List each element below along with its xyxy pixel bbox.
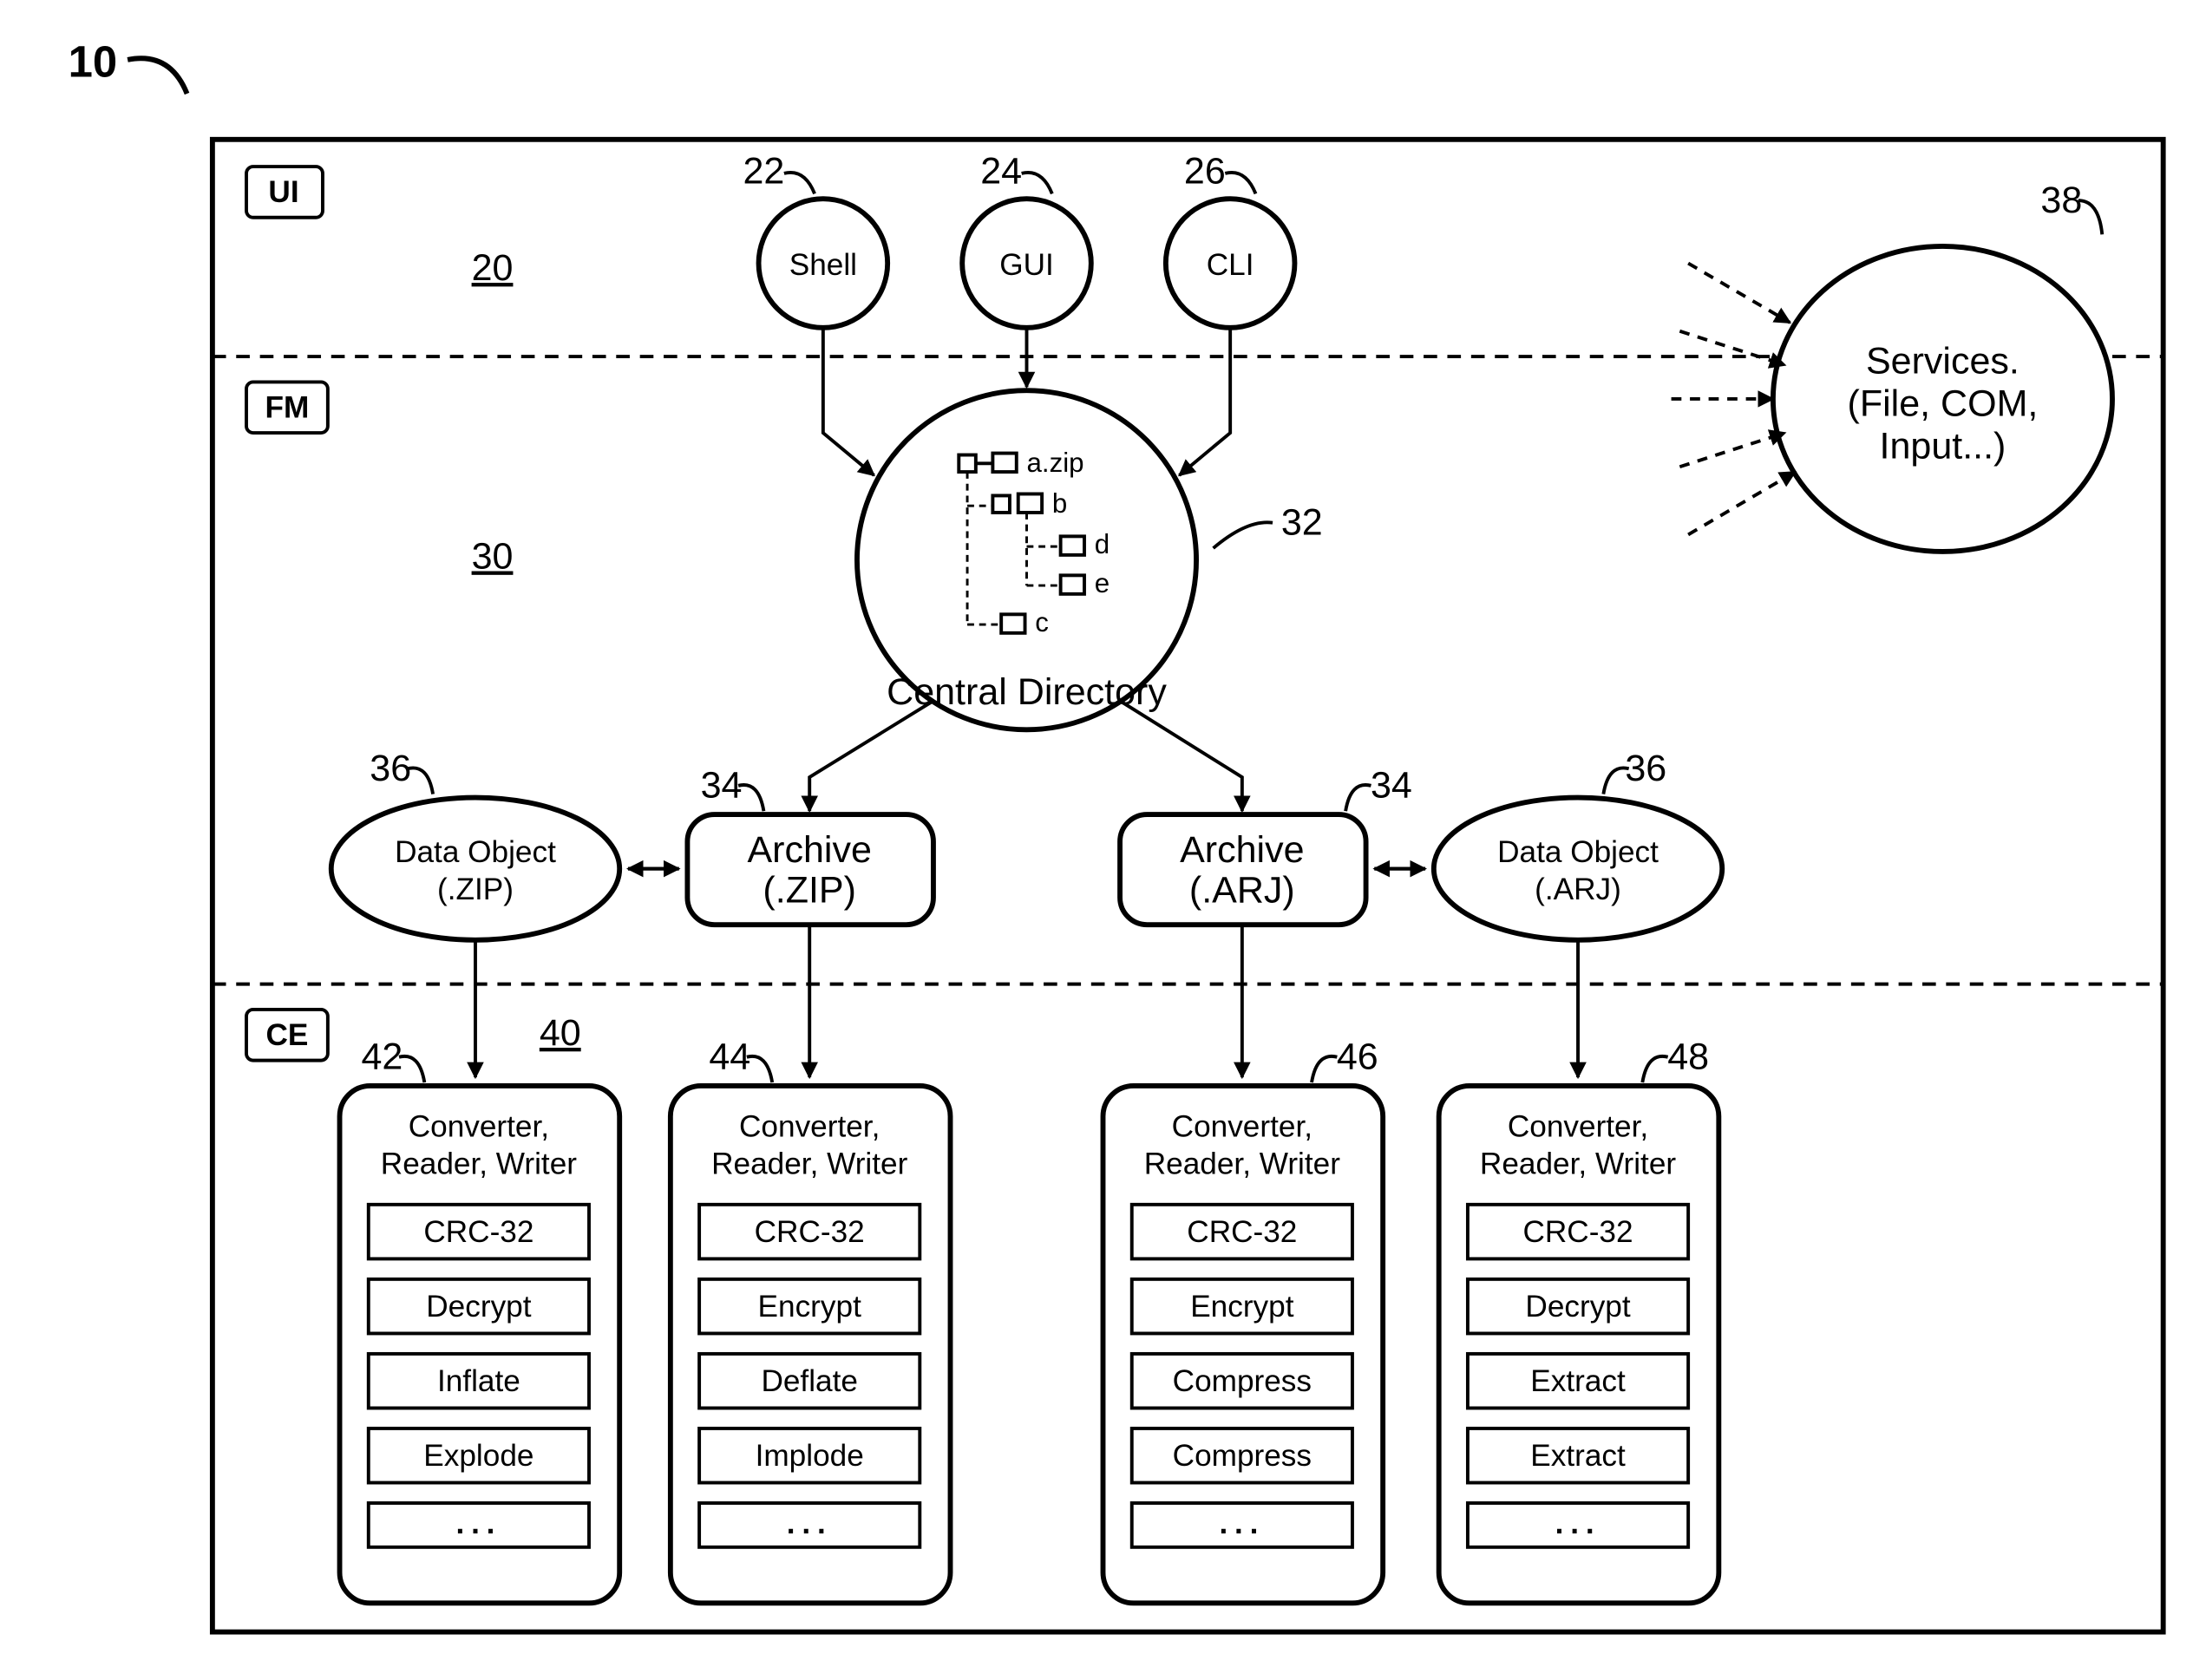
svg-text:Compress: Compress xyxy=(1173,1439,1312,1473)
svg-text:Data Object: Data Object xyxy=(395,835,556,869)
svg-text:Encrypt: Encrypt xyxy=(758,1290,862,1324)
svg-text:Implode: Implode xyxy=(756,1439,864,1473)
svg-text:(File, COM,: (File, COM, xyxy=(1848,383,2039,425)
svg-text:CRC-32: CRC-32 xyxy=(423,1215,533,1249)
svg-text:44: 44 xyxy=(709,1036,750,1077)
svg-text:(.ZIP): (.ZIP) xyxy=(437,873,514,906)
svg-text:FM: FM xyxy=(265,390,310,424)
svg-text:CE: CE xyxy=(265,1018,308,1052)
svg-text:(.ZIP): (.ZIP) xyxy=(763,870,856,912)
architecture-diagram: 10 UI 20 FM 30 CE 40 Shell 22 GUI 24 CLI… xyxy=(17,17,2189,1663)
svg-text:GUI: GUI xyxy=(999,248,1054,282)
svg-text:Central Directory: Central Directory xyxy=(887,671,1167,713)
svg-text:CRC-32: CRC-32 xyxy=(1187,1215,1297,1249)
svg-text:...: ... xyxy=(1555,1507,1601,1540)
svg-text:Converter,: Converter, xyxy=(739,1110,880,1144)
svg-text:Archive: Archive xyxy=(747,829,871,871)
converter-44: Converter, Reader, Writer CRC-32 Encrypt D… xyxy=(671,1086,951,1603)
svg-text:42: 42 xyxy=(361,1036,403,1077)
converter-48: Converter, Reader, Writer CRC-32 Decrypt E… xyxy=(1439,1086,1719,1603)
converter-42: Converter, Reader, Writer CRC-32 Decrypt I… xyxy=(340,1086,620,1603)
svg-text:24: 24 xyxy=(980,151,1022,193)
svg-text:Data Object: Data Object xyxy=(1497,835,1659,869)
svg-text:...: ... xyxy=(1219,1507,1265,1540)
svg-text:Reader, Writer: Reader, Writer xyxy=(381,1147,577,1181)
svg-text:38: 38 xyxy=(2040,180,2082,221)
svg-text:Reader, Writer: Reader, Writer xyxy=(711,1147,907,1181)
svg-text:Inflate: Inflate xyxy=(437,1364,520,1398)
figure-ref: 10 xyxy=(69,36,118,86)
svg-text:26: 26 xyxy=(1184,151,1226,193)
converter-46: Converter, Reader, Writer CRC-32 Encrypt C… xyxy=(1103,1086,1384,1603)
svg-text:...: ... xyxy=(455,1507,501,1540)
ui-ref: 20 xyxy=(472,247,514,289)
svg-text:36: 36 xyxy=(370,748,411,789)
svg-text:Shell: Shell xyxy=(789,248,857,282)
svg-text:Converter,: Converter, xyxy=(409,1110,549,1144)
svg-text:Encrypt: Encrypt xyxy=(1190,1290,1294,1324)
svg-text:48: 48 xyxy=(1667,1036,1709,1077)
svg-text:Archive: Archive xyxy=(1180,829,1304,871)
svg-text:Reader, Writer: Reader, Writer xyxy=(1144,1147,1340,1181)
svg-text:(.ARJ): (.ARJ) xyxy=(1535,873,1621,906)
svg-text:d: d xyxy=(1095,529,1110,559)
svg-text:Explode: Explode xyxy=(423,1439,533,1473)
svg-text:Input...): Input...) xyxy=(1880,425,2006,467)
svg-text:UI: UI xyxy=(268,175,298,209)
svg-text:...: ... xyxy=(787,1507,833,1540)
svg-text:Decrypt: Decrypt xyxy=(426,1290,531,1324)
svg-text:a.zip: a.zip xyxy=(1027,448,1084,478)
svg-text:Services.: Services. xyxy=(1866,341,2019,382)
svg-text:CRC-32: CRC-32 xyxy=(755,1215,865,1249)
svg-text:Compress: Compress xyxy=(1173,1364,1312,1398)
svg-text:Deflate: Deflate xyxy=(761,1364,858,1398)
svg-text:46: 46 xyxy=(1337,1036,1378,1077)
svg-text:Extract: Extract xyxy=(1530,1364,1626,1398)
svg-text:Reader, Writer: Reader, Writer xyxy=(1480,1147,1676,1181)
fm-ref: 30 xyxy=(472,536,514,578)
svg-text:Extract: Extract xyxy=(1530,1439,1626,1473)
svg-text:(.ARJ): (.ARJ) xyxy=(1189,870,1295,912)
svg-text:Decrypt: Decrypt xyxy=(1525,1290,1630,1324)
ce-ref: 40 xyxy=(540,1012,581,1054)
svg-text:36: 36 xyxy=(1625,748,1666,789)
svg-text:34: 34 xyxy=(701,765,743,807)
svg-text:c: c xyxy=(1035,607,1049,637)
svg-text:e: e xyxy=(1095,568,1110,598)
svg-text:CRC-32: CRC-32 xyxy=(1522,1215,1633,1249)
svg-text:34: 34 xyxy=(1371,765,1412,807)
svg-text:CLI: CLI xyxy=(1207,248,1254,282)
svg-text:b: b xyxy=(1052,488,1067,519)
svg-text:Converter,: Converter, xyxy=(1508,1110,1648,1144)
svg-text:22: 22 xyxy=(743,151,784,193)
svg-text:Converter,: Converter, xyxy=(1172,1110,1312,1144)
svg-text:32: 32 xyxy=(1281,501,1323,543)
